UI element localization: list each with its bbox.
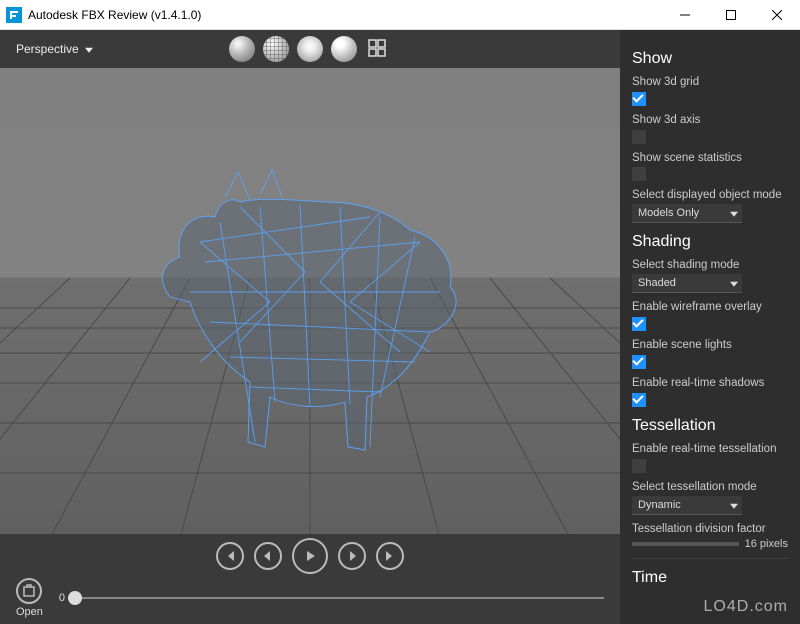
viewport-toolbar: Perspective [0, 30, 620, 68]
model-preview [120, 102, 500, 482]
view-mode-dropdown[interactable]: Perspective [10, 38, 99, 60]
show-axis-checkbox[interactable] [632, 130, 646, 144]
settings-panel: Show Show 3d grid Show 3d axis Show scen… [620, 30, 800, 624]
window-titlebar: Autodesk FBX Review (v1.4.1.0) [0, 0, 800, 30]
realtime-tess-label: Enable real-time tessellation [632, 443, 788, 455]
section-shading-title: Shading [632, 233, 788, 251]
tess-mode-label: Select tessellation mode [632, 481, 788, 493]
timeline-slider[interactable]: 0 [59, 592, 604, 604]
viewport-3d[interactable] [0, 68, 620, 534]
step-back-button[interactable] [254, 542, 282, 570]
wireframe-overlay-label: Enable wireframe overlay [632, 301, 788, 313]
window-title: Autodesk FBX Review (v1.4.1.0) [28, 8, 662, 22]
play-button[interactable] [292, 538, 328, 574]
object-mode-dropdown[interactable]: Models Only [632, 204, 742, 223]
show-grid-label: Show 3d grid [632, 76, 788, 88]
window-maximize-button[interactable] [708, 0, 754, 30]
show-grid-checkbox[interactable] [632, 92, 646, 106]
show-stats-checkbox[interactable] [632, 167, 646, 181]
step-forward-button[interactable] [338, 542, 366, 570]
section-tessellation-title: Tessellation [632, 417, 788, 435]
multiview-icon[interactable] [365, 36, 391, 62]
scene-lights-checkbox[interactable] [632, 355, 646, 369]
shading-mode-dropdown[interactable]: Shaded [632, 274, 742, 293]
shading-mode-label: Select shading mode [632, 259, 788, 271]
realtime-tess-checkbox[interactable] [632, 459, 646, 473]
shading-mode-smooth-icon[interactable] [229, 36, 255, 62]
open-label: Open [16, 606, 43, 618]
section-time-title: Time [632, 569, 788, 587]
object-mode-label: Select displayed object mode [632, 189, 788, 201]
realtime-shadows-label: Enable real-time shadows [632, 377, 788, 389]
app-icon [6, 7, 22, 23]
shading-mode-textured-icon[interactable] [331, 36, 357, 62]
wireframe-overlay-checkbox[interactable] [632, 317, 646, 331]
show-axis-label: Show 3d axis [632, 114, 788, 126]
shading-mode-wireframe-icon[interactable] [263, 36, 289, 62]
timeline-start-label: 0 [59, 592, 65, 604]
window-minimize-button[interactable] [662, 0, 708, 30]
show-stats-label: Show scene statistics [632, 152, 788, 164]
lighting-toggle-icon[interactable] [297, 36, 323, 62]
realtime-shadows-checkbox[interactable] [632, 393, 646, 407]
window-close-button[interactable] [754, 0, 800, 30]
go-to-start-button[interactable] [216, 542, 244, 570]
open-file-button[interactable]: Open [16, 578, 43, 618]
tess-factor-label: Tessellation division factor [632, 523, 788, 535]
tess-factor-value: 16 pixels [745, 538, 788, 550]
section-show-title: Show [632, 50, 788, 68]
scene-lights-label: Enable scene lights [632, 339, 788, 351]
tess-factor-slider[interactable] [632, 542, 739, 546]
tess-mode-dropdown[interactable]: Dynamic [632, 496, 742, 515]
timeline-thumb[interactable] [68, 591, 82, 605]
go-to-end-button[interactable] [376, 542, 404, 570]
playback-controls [0, 534, 620, 578]
